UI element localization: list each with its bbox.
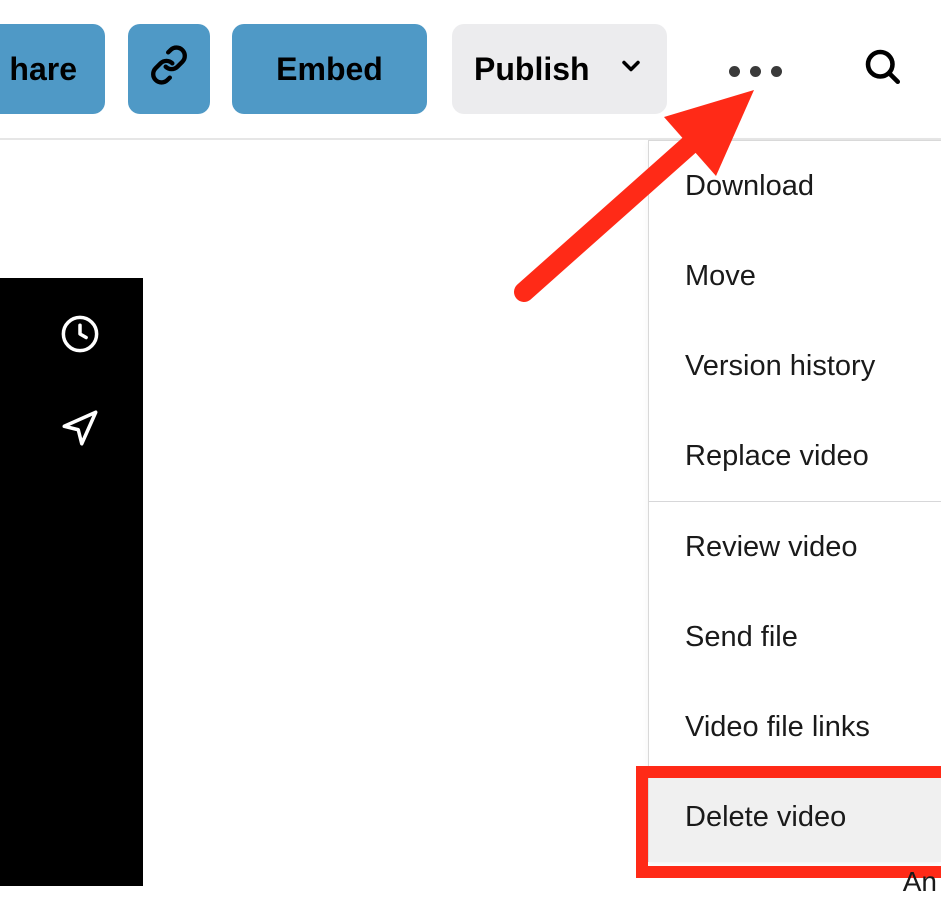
link-button[interactable] — [128, 24, 210, 114]
chevron-down-icon — [617, 51, 645, 88]
search-button[interactable] — [852, 38, 912, 98]
embed-label: Embed — [276, 51, 383, 88]
link-icon — [149, 45, 189, 93]
menu-item-label: Review video — [685, 531, 857, 564]
video-panel — [0, 278, 143, 886]
menu-item-send-file[interactable]: Send file — [649, 592, 941, 682]
search-icon — [861, 45, 903, 92]
publish-label: Publish — [474, 51, 590, 88]
menu-item-label: Replace video — [685, 440, 869, 473]
history-icon[interactable] — [56, 310, 104, 358]
menu-item-label: Version history — [685, 350, 875, 383]
menu-item-label: Move — [685, 260, 756, 293]
menu-item-delete-video[interactable]: Delete video — [649, 772, 941, 862]
menu-group-1: Download Move Version history Replace vi… — [649, 141, 941, 502]
menu-item-replace-video[interactable]: Replace video — [649, 411, 941, 501]
share-label: hare — [9, 51, 77, 88]
embed-button[interactable]: Embed — [232, 24, 427, 114]
menu-group-2: Review video Send file Video file links … — [649, 502, 941, 862]
menu-item-label: Delete video — [685, 801, 846, 834]
menu-item-label: Send file — [685, 621, 798, 654]
menu-item-download[interactable]: Download — [649, 141, 941, 231]
share-button[interactable]: hare — [0, 24, 105, 114]
menu-item-video-file-links[interactable]: Video file links — [649, 682, 941, 772]
more-options-menu: Download Move Version history Replace vi… — [648, 140, 941, 862]
menu-item-review-video[interactable]: Review video — [649, 502, 941, 592]
menu-item-label: Download — [685, 170, 814, 203]
more-icon — [729, 66, 782, 77]
toolbar: hare Embed Publish — [0, 0, 941, 140]
menu-item-version-history[interactable]: Version history — [649, 321, 941, 411]
menu-item-move[interactable]: Move — [649, 231, 941, 321]
menu-item-label: Video file links — [685, 711, 870, 744]
more-options-button[interactable] — [710, 44, 800, 99]
publish-button[interactable]: Publish — [452, 24, 667, 114]
cutoff-text: An — [903, 866, 937, 898]
send-icon[interactable] — [56, 404, 104, 452]
